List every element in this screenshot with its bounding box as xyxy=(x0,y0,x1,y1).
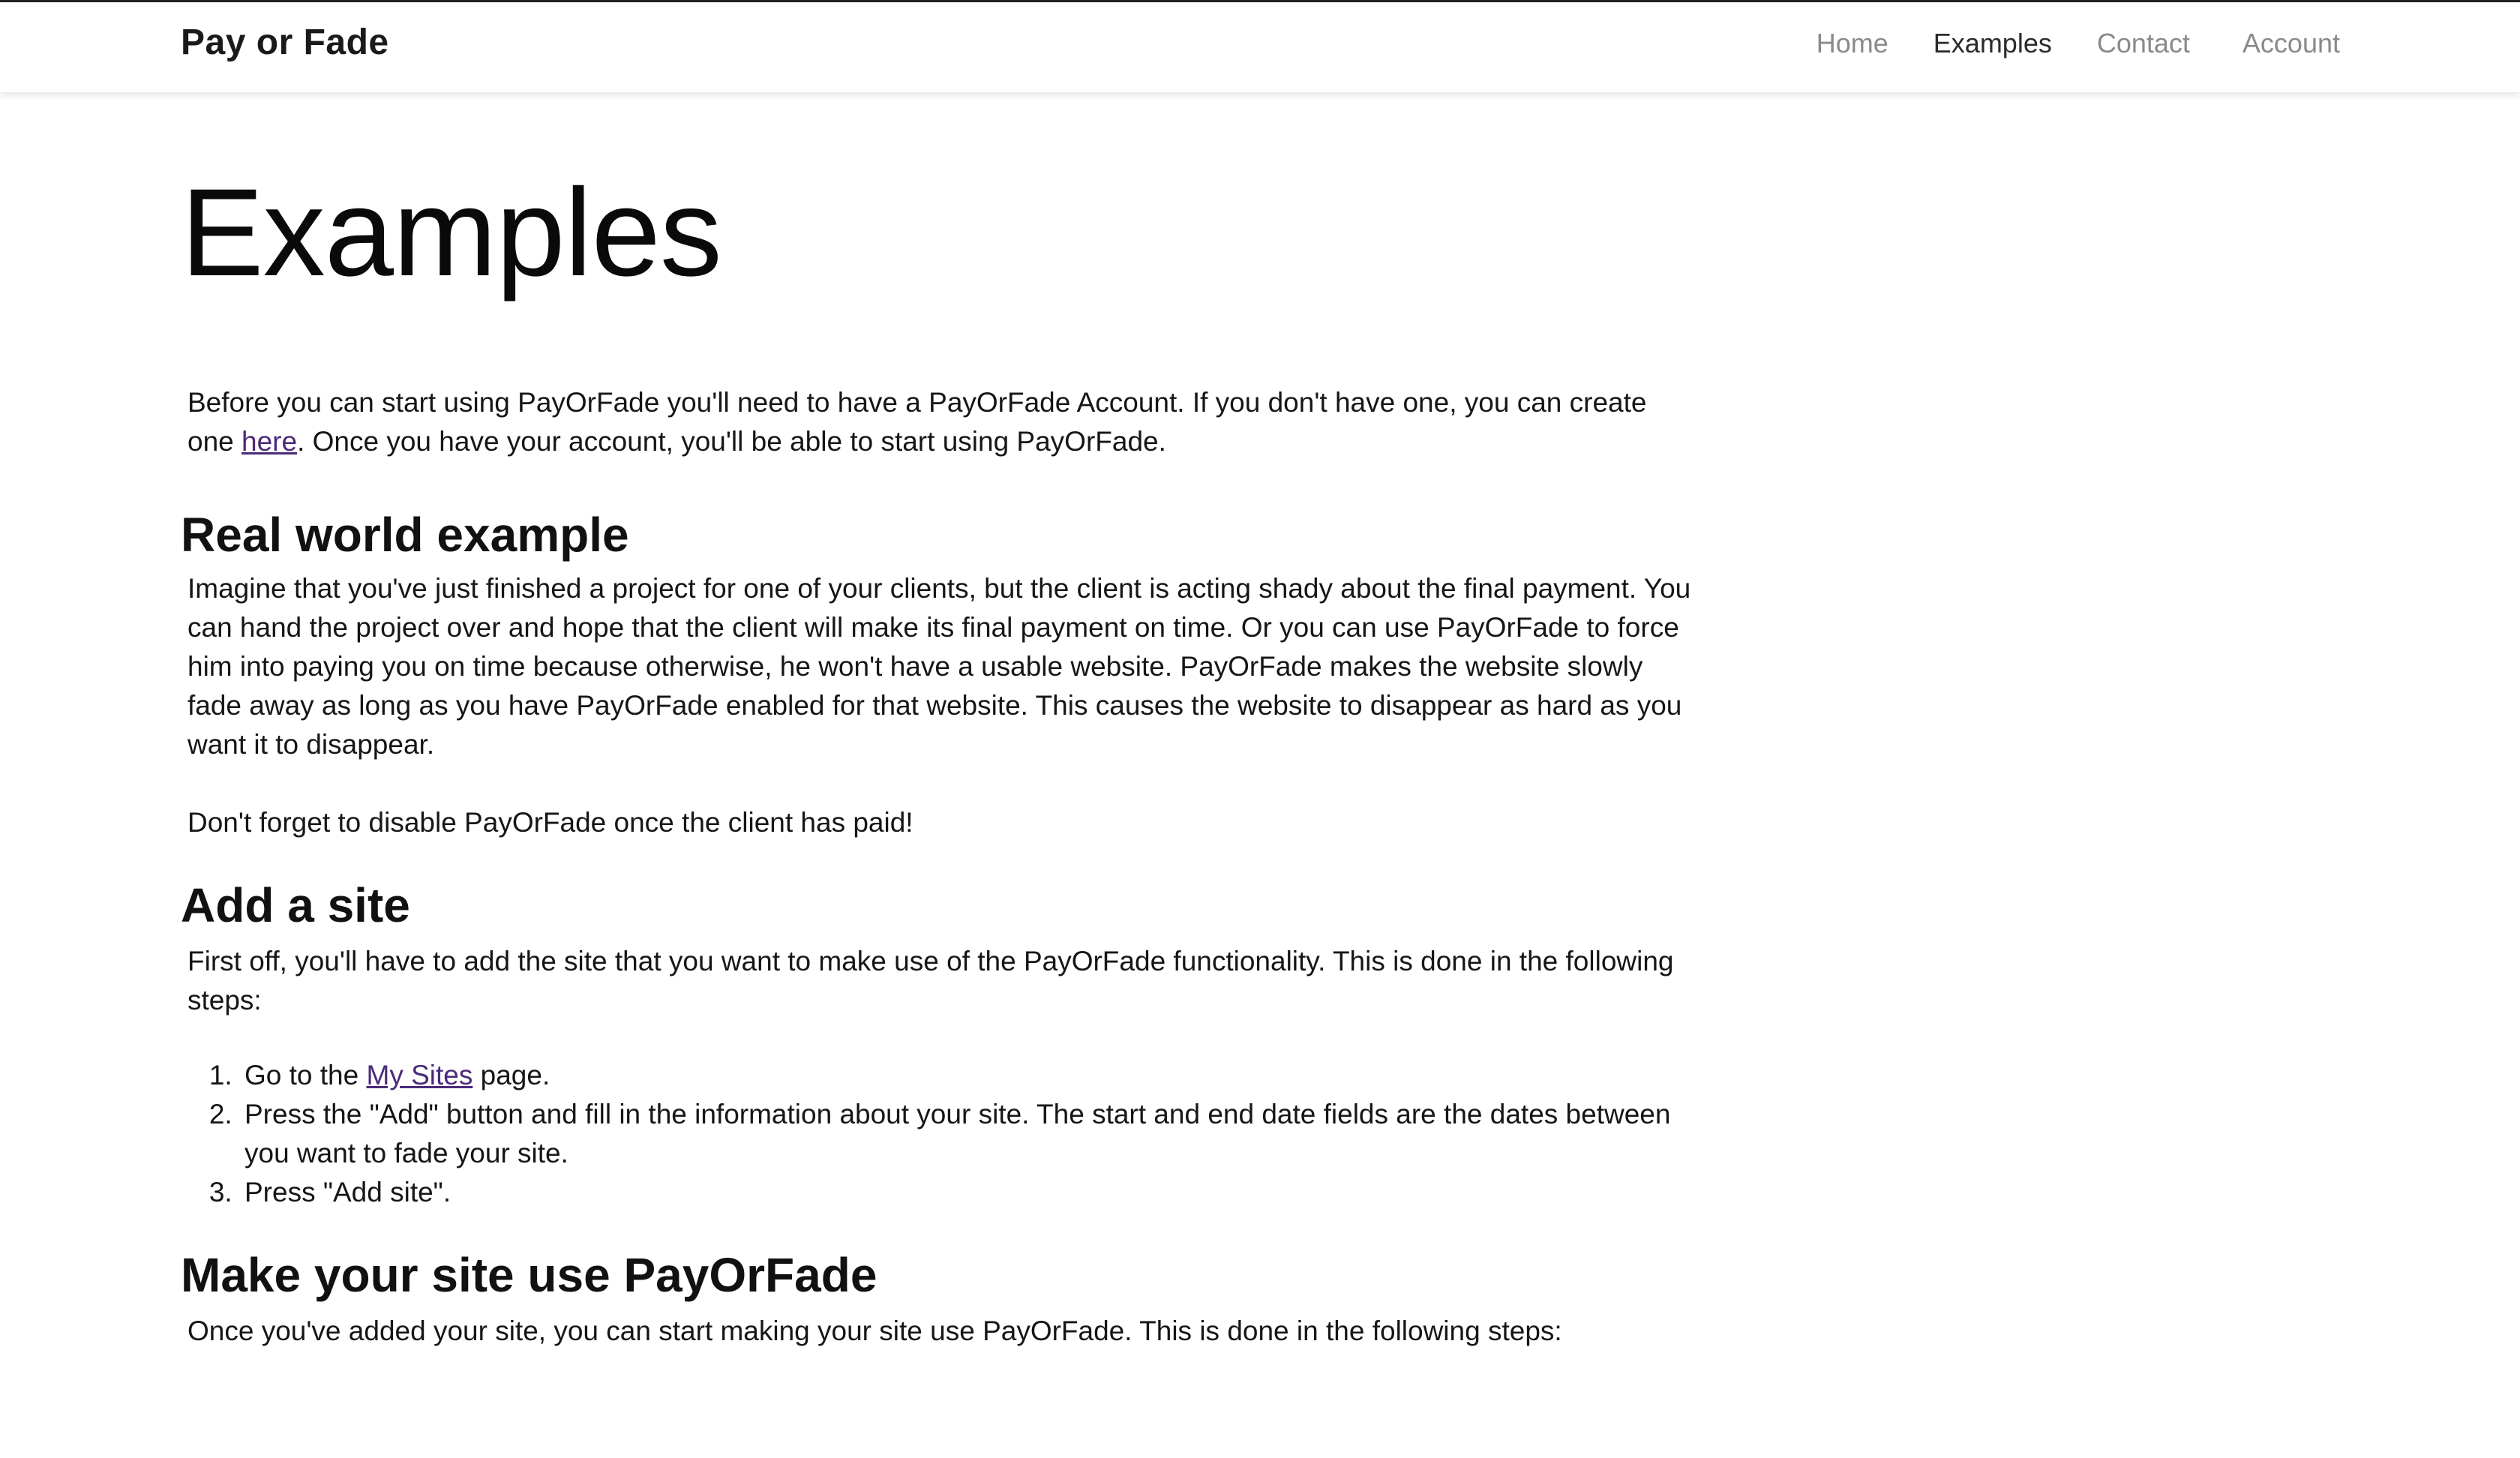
my-sites-link[interactable]: My Sites xyxy=(367,1060,473,1090)
nav-link-examples[interactable]: Examples xyxy=(1934,28,2052,59)
nav-link-contact[interactable]: Contact xyxy=(2097,28,2190,59)
brand-logo[interactable]: Pay or Fade xyxy=(181,22,389,63)
nav-links: Home Examples Contact Account xyxy=(1772,28,2340,59)
nav-link-home[interactable]: Home xyxy=(1816,28,1888,59)
page-title: Examples xyxy=(181,164,722,302)
step-item: Press the "Add" button and fill in the i… xyxy=(240,1095,1710,1173)
main-content: Examples Before you can start using PayO… xyxy=(181,164,1711,1351)
section-title-add-site: Add a site xyxy=(181,878,410,933)
make-site-intro: Once you've added your site, you can sta… xyxy=(188,1315,1562,1346)
step-item: Press "Add site". xyxy=(240,1173,1710,1212)
section-title-make-site: Make your site use PayOrFade xyxy=(181,1248,878,1303)
intro-text-end: . Once you have your account, you'll be … xyxy=(297,425,1166,457)
real-world-reminder: Don't forget to disable PayOrFade once t… xyxy=(188,807,914,838)
step-item: Go to the My Sites page. xyxy=(240,1056,1710,1095)
section-title-real-world: Real world example xyxy=(181,507,629,562)
create-account-link[interactable]: here xyxy=(242,426,297,457)
real-world-paragraph: Imagine that you've just finished a proj… xyxy=(188,573,1691,760)
step1-prefix: Go to the xyxy=(244,1060,367,1091)
nav-link-account[interactable]: Account xyxy=(2242,28,2340,59)
add-site-steps: Go to the My Sites page. Press the "Add"… xyxy=(181,1056,1710,1212)
navbar: Pay or Fade Home Examples Contact Accoun… xyxy=(0,2,2520,93)
step1-suffix: page. xyxy=(472,1060,550,1091)
add-site-intro: First off, you'll have to add the site t… xyxy=(188,946,1674,1016)
intro-paragraph: Before you can start using PayOrFade you… xyxy=(181,383,1695,461)
